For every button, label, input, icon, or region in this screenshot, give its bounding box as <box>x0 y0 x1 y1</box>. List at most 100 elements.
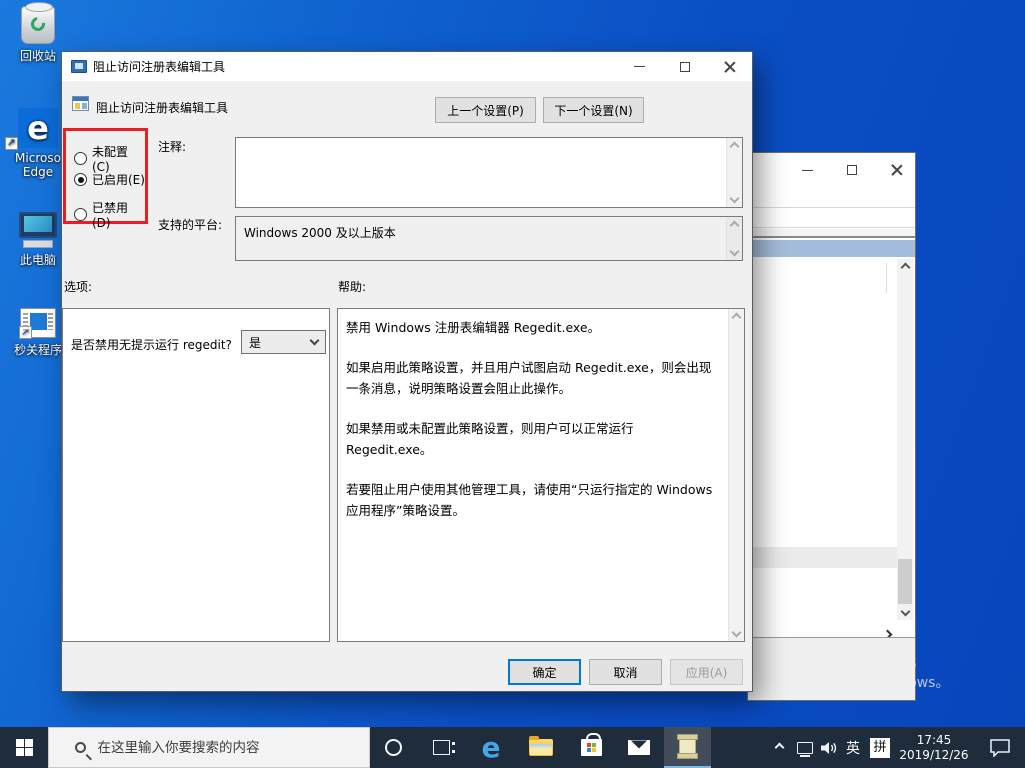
chevron-up-icon <box>774 743 784 753</box>
radio-button-icon <box>74 208 87 221</box>
radio-button-icon <box>74 152 87 165</box>
activate-windows-watermark-line2: 转到“设置”以激活 Windows。 <box>756 672 949 692</box>
comment-scroll-down-button[interactable] <box>727 191 742 206</box>
store-icon <box>581 739 602 756</box>
taskbar-search-box[interactable] <box>48 727 370 768</box>
shortcut-app-label: 秒关程序 <box>7 341 69 358</box>
this-pc-icon <box>7 212 69 248</box>
group-policy-scroll-icon <box>679 734 696 759</box>
background-window-titlebar <box>748 153 915 186</box>
edge-icon: e <box>482 731 501 764</box>
comment-scrollbar[interactable] <box>726 138 742 207</box>
comment-scroll-up-button[interactable] <box>727 139 742 154</box>
recycle-bin-label: 回收站 <box>7 47 69 64</box>
next-setting-button[interactable]: 下一个设置(N) <box>543 97 644 123</box>
dialog-maximize-button[interactable] <box>662 52 707 81</box>
edge-label-line2: Edge <box>7 165 69 179</box>
start-button[interactable] <box>0 727 48 768</box>
help-text: 禁用 Windows 注册表编辑器 Regedit.exe。 如果启用此策略设置… <box>346 317 720 540</box>
shortcut-arrow-icon: ↗ <box>5 137 18 150</box>
supported-on-label: 支持的平台: <box>158 216 222 233</box>
radio-enabled[interactable]: 已启用(E) <box>74 171 145 188</box>
volume-tray-button[interactable] <box>818 727 842 768</box>
background-window[interactable] <box>748 153 915 700</box>
cancel-button[interactable]: 取消 <box>589 659 662 685</box>
search-icon <box>75 742 86 753</box>
bg-scroll-down-button[interactable] <box>897 604 913 619</box>
network-tray-button[interactable] <box>793 727 817 768</box>
ime-mode-indicator[interactable]: 拼 <box>868 727 892 768</box>
tray-overflow-button[interactable] <box>768 727 790 768</box>
radio-disabled[interactable]: 已禁用(D) <box>74 199 145 230</box>
bg-vertical-scrollbar[interactable] <box>897 259 913 620</box>
bg-maximize-button[interactable] <box>842 160 862 180</box>
desktop-icon-shortcut-app[interactable]: ↗ 秒关程序 <box>7 308 69 358</box>
ok-button[interactable]: 确定 <box>508 659 581 685</box>
policy-setting-icon <box>72 96 89 111</box>
cortana-button[interactable] <box>372 727 414 768</box>
help-panel: 禁用 Windows 注册表编辑器 Regedit.exe。 如果启用此策略设置… <box>337 308 745 642</box>
action-center-button[interactable] <box>980 727 1020 768</box>
network-icon <box>797 742 813 754</box>
option-dropdown-value: 是 <box>249 334 261 351</box>
minimize-icon <box>802 170 813 171</box>
supported-on-value: Windows 2000 及以上版本 <box>244 224 396 241</box>
maximize-icon <box>847 165 857 175</box>
comment-label: 注释: <box>158 138 186 155</box>
minimize-icon <box>634 66 645 67</box>
chevron-down-icon <box>730 194 740 204</box>
taskbar-clock[interactable]: 17:45 2019/12/26 <box>896 727 972 768</box>
desktop-icon-recycle-bin[interactable]: 回收站 <box>7 6 69 64</box>
search-input[interactable] <box>98 740 358 756</box>
task-view-icon <box>433 740 450 755</box>
chevron-up-icon <box>900 263 910 273</box>
bg-scroll-up-button[interactable] <box>897 260 913 275</box>
options-label: 选项: <box>64 278 92 295</box>
taskbar-gpedit-button-active[interactable] <box>664 727 711 768</box>
policy-window-icon <box>71 60 87 73</box>
taskbar-store-button[interactable] <box>568 727 614 768</box>
close-icon <box>891 164 903 176</box>
taskbar-mail-button[interactable] <box>616 727 662 768</box>
comment-textarea[interactable] <box>235 137 743 208</box>
chevron-down-icon <box>730 247 740 257</box>
radio-not-configured[interactable]: 未配置(C) <box>74 143 145 174</box>
help-paragraph: 如果禁用或未配置此策略设置，则用户可以正常运行 Regedit.exe。 <box>346 418 720 460</box>
ime-language-indicator[interactable]: 英 <box>842 727 864 768</box>
shortcut-arrow-icon: ↗ <box>19 326 32 339</box>
bg-toolbar-separator <box>748 229 915 238</box>
apply-button[interactable]: 应用(A) <box>670 659 743 685</box>
desktop-icon-edge[interactable]: e↗ Microso Edge <box>7 108 69 179</box>
help-scroll-down-button[interactable] <box>729 625 744 640</box>
taskbar-edge-button[interactable]: e <box>468 727 514 768</box>
help-paragraph: 如果启用此策略设置，并且用户试图启动 Regedit.exe，则会出现一条消息，… <box>346 357 720 399</box>
option-dropdown[interactable]: 是 <box>241 330 326 354</box>
bg-list-row <box>748 547 897 568</box>
radio-enabled-label: 已启用(E) <box>92 171 145 188</box>
this-pc-label: 此电脑 <box>7 251 69 268</box>
chevron-down-icon <box>310 336 320 346</box>
option-question: 是否禁用无提示运行 regedit? <box>71 336 232 353</box>
red-highlight-box: 未配置(C) 已启用(E) 已禁用(D) <box>63 128 148 224</box>
help-scroll-up-button[interactable] <box>729 310 744 325</box>
dialog-close-button[interactable] <box>707 52 752 81</box>
dialog-minimize-button[interactable] <box>617 52 662 81</box>
help-paragraph: 禁用 Windows 注册表编辑器 Regedit.exe。 <box>346 317 720 338</box>
file-explorer-icon <box>529 739 553 756</box>
dialog-title: 阻止访问注册表编辑工具 <box>93 58 225 75</box>
help-scrollbar[interactable] <box>728 309 744 641</box>
supported-scrollbar <box>726 217 742 260</box>
bg-column-header <box>748 240 915 257</box>
bg-close-button[interactable] <box>887 160 907 180</box>
clock-date: 2019/12/26 <box>899 748 968 763</box>
bg-minimize-button[interactable] <box>797 160 817 180</box>
options-panel: 是否禁用无提示运行 regedit? 是 <box>62 308 330 642</box>
desktop-icon-this-pc[interactable]: 此电脑 <box>7 212 69 268</box>
help-label: 帮助: <box>338 278 366 295</box>
bg-scrollbar-thumb[interactable] <box>898 559 912 604</box>
previous-setting-button[interactable]: 上一个设置(P) <box>435 97 536 123</box>
task-view-button[interactable] <box>420 727 462 768</box>
app-window-icon: ↗ <box>7 308 69 338</box>
chevron-up-icon <box>730 221 740 231</box>
taskbar-file-explorer-button[interactable] <box>518 727 564 768</box>
